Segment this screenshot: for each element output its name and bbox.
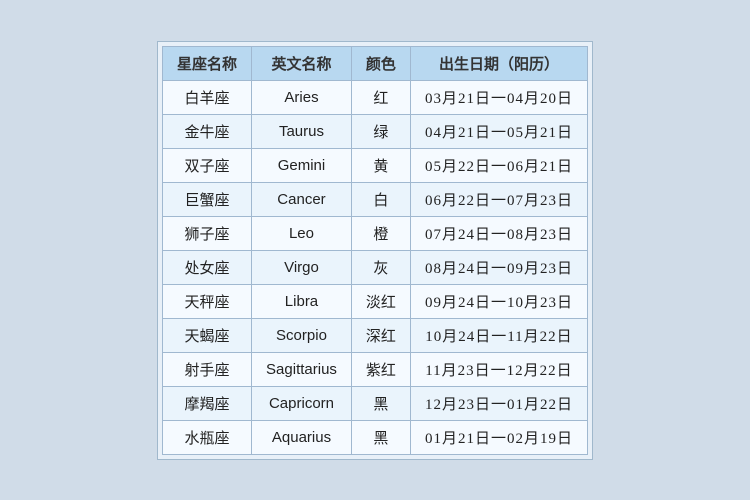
table-row: 双子座Gemini黄05月22日一06月21日 <box>163 148 588 182</box>
cell-chinese: 狮子座 <box>163 216 252 250</box>
cell-english: Scorpio <box>252 318 352 352</box>
cell-chinese: 天秤座 <box>163 284 252 318</box>
cell-english: Capricorn <box>252 386 352 420</box>
cell-color: 橙 <box>351 216 410 250</box>
cell-chinese: 射手座 <box>163 352 252 386</box>
cell-color: 淡红 <box>351 284 410 318</box>
cell-dates: 08月24日一09月23日 <box>410 250 587 284</box>
table-header-row: 星座名称 英文名称 颜色 出生日期（阳历） <box>163 46 588 80</box>
cell-chinese: 双子座 <box>163 148 252 182</box>
col-header-color: 颜色 <box>351 46 410 80</box>
cell-color: 红 <box>351 80 410 114</box>
cell-english: Libra <box>252 284 352 318</box>
col-header-english: 英文名称 <box>252 46 352 80</box>
table-row: 摩羯座Capricorn黑12月23日一01月22日 <box>163 386 588 420</box>
cell-chinese: 摩羯座 <box>163 386 252 420</box>
col-header-dates: 出生日期（阳历） <box>410 46 587 80</box>
cell-chinese: 天蝎座 <box>163 318 252 352</box>
cell-dates: 10月24日一11月22日 <box>410 318 587 352</box>
cell-color: 黑 <box>351 420 410 454</box>
table-row: 巨蟹座Cancer白06月22日一07月23日 <box>163 182 588 216</box>
cell-dates: 12月23日一01月22日 <box>410 386 587 420</box>
table-row: 水瓶座Aquarius黑01月21日一02月19日 <box>163 420 588 454</box>
cell-dates: 11月23日一12月22日 <box>410 352 587 386</box>
cell-english: Cancer <box>252 182 352 216</box>
cell-color: 紫红 <box>351 352 410 386</box>
cell-dates: 07月24日一08月23日 <box>410 216 587 250</box>
table-row: 狮子座Leo橙07月24日一08月23日 <box>163 216 588 250</box>
cell-english: Sagittarius <box>252 352 352 386</box>
cell-color: 黄 <box>351 148 410 182</box>
cell-english: Virgo <box>252 250 352 284</box>
cell-dates: 06月22日一07月23日 <box>410 182 587 216</box>
table-row: 白羊座Aries红03月21日一04月20日 <box>163 80 588 114</box>
table-row: 金牛座Taurus绿04月21日一05月21日 <box>163 114 588 148</box>
cell-dates: 04月21日一05月21日 <box>410 114 587 148</box>
cell-dates: 03月21日一04月20日 <box>410 80 587 114</box>
cell-chinese: 水瓶座 <box>163 420 252 454</box>
cell-color: 绿 <box>351 114 410 148</box>
cell-english: Gemini <box>252 148 352 182</box>
cell-chinese: 金牛座 <box>163 114 252 148</box>
cell-color: 灰 <box>351 250 410 284</box>
cell-dates: 09月24日一10月23日 <box>410 284 587 318</box>
cell-english: Aquarius <box>252 420 352 454</box>
cell-english: Leo <box>252 216 352 250</box>
cell-english: Aries <box>252 80 352 114</box>
cell-color: 黑 <box>351 386 410 420</box>
table-row: 处女座Virgo灰08月24日一09月23日 <box>163 250 588 284</box>
cell-color: 深红 <box>351 318 410 352</box>
table-row: 天蝎座Scorpio深红10月24日一11月22日 <box>163 318 588 352</box>
zodiac-table-container: 星座名称 英文名称 颜色 出生日期（阳历） 白羊座Aries红03月21日一04… <box>157 41 593 460</box>
cell-chinese: 巨蟹座 <box>163 182 252 216</box>
zodiac-table: 星座名称 英文名称 颜色 出生日期（阳历） 白羊座Aries红03月21日一04… <box>162 46 588 455</box>
cell-english: Taurus <box>252 114 352 148</box>
cell-chinese: 白羊座 <box>163 80 252 114</box>
cell-color: 白 <box>351 182 410 216</box>
table-row: 射手座Sagittarius紫红11月23日一12月22日 <box>163 352 588 386</box>
col-header-chinese: 星座名称 <box>163 46 252 80</box>
cell-dates: 05月22日一06月21日 <box>410 148 587 182</box>
table-row: 天秤座Libra淡红09月24日一10月23日 <box>163 284 588 318</box>
cell-chinese: 处女座 <box>163 250 252 284</box>
cell-dates: 01月21日一02月19日 <box>410 420 587 454</box>
